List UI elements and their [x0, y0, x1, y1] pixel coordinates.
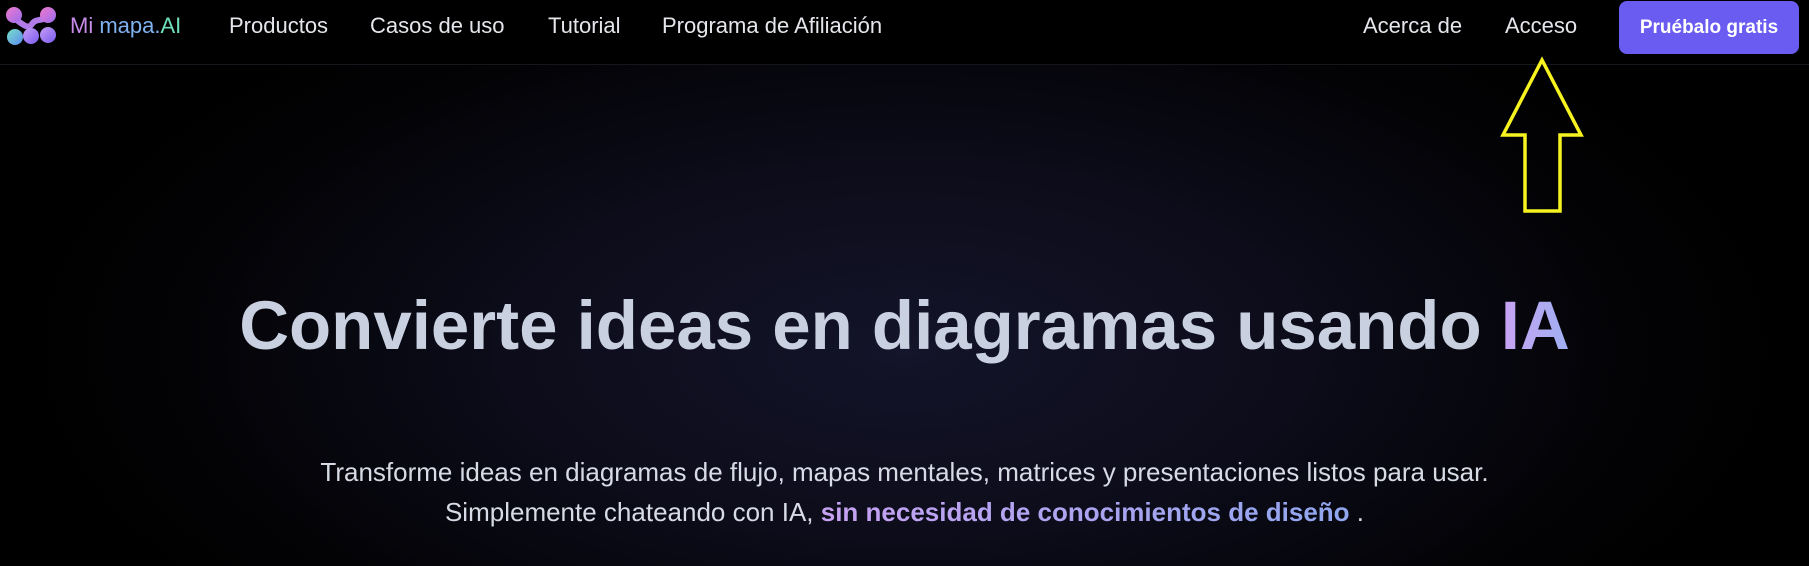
brand-part-mapa: mapa.: [99, 13, 161, 38]
hero-subtitle-highlight: sin necesidad de conocimientos de diseño: [820, 497, 1350, 527]
hero-title-accent: IA: [1500, 287, 1570, 364]
hero-subtitle-prefix: Simplemente chateando con IA,: [444, 497, 821, 527]
nav-link-tutorial[interactable]: Tutorial: [548, 12, 621, 40]
nav-link-acceso[interactable]: Acceso: [1505, 12, 1577, 40]
nav-link-productos[interactable]: Productos: [229, 12, 328, 40]
hero-title-main: Convierte ideas en diagramas usando: [239, 287, 1501, 364]
nav-link-acerca-de[interactable]: Acerca de: [1363, 12, 1462, 40]
logo-icon[interactable]: [4, 4, 60, 48]
hero-subtitle-line2: Simplemente chateando con IA, sin necesi…: [0, 492, 1809, 532]
hero-subtitle: Transforme ideas en diagramas de flujo, …: [0, 452, 1809, 532]
brand-part-mi: Mi: [70, 13, 100, 38]
hero-title: Convierte ideas en diagramas usando IA: [0, 284, 1809, 368]
hero-subtitle-suffix: .: [1349, 497, 1365, 527]
brand-part-ai: AI: [160, 13, 182, 38]
nav-link-programa-de-afiliacion[interactable]: Programa de Afiliación: [662, 12, 882, 40]
try-free-button[interactable]: Pruébalo gratis: [1619, 1, 1799, 54]
brand-name[interactable]: Mi mapa.AI: [70, 12, 181, 40]
nav-link-casos-de-uso[interactable]: Casos de uso: [370, 12, 505, 40]
hero-subtitle-line1: Transforme ideas en diagramas de flujo, …: [320, 457, 1489, 487]
arrow-up-icon: [1500, 56, 1584, 213]
landing-page: Mi mapa.AI Productos Casos de uso Tutori…: [0, 0, 1809, 566]
